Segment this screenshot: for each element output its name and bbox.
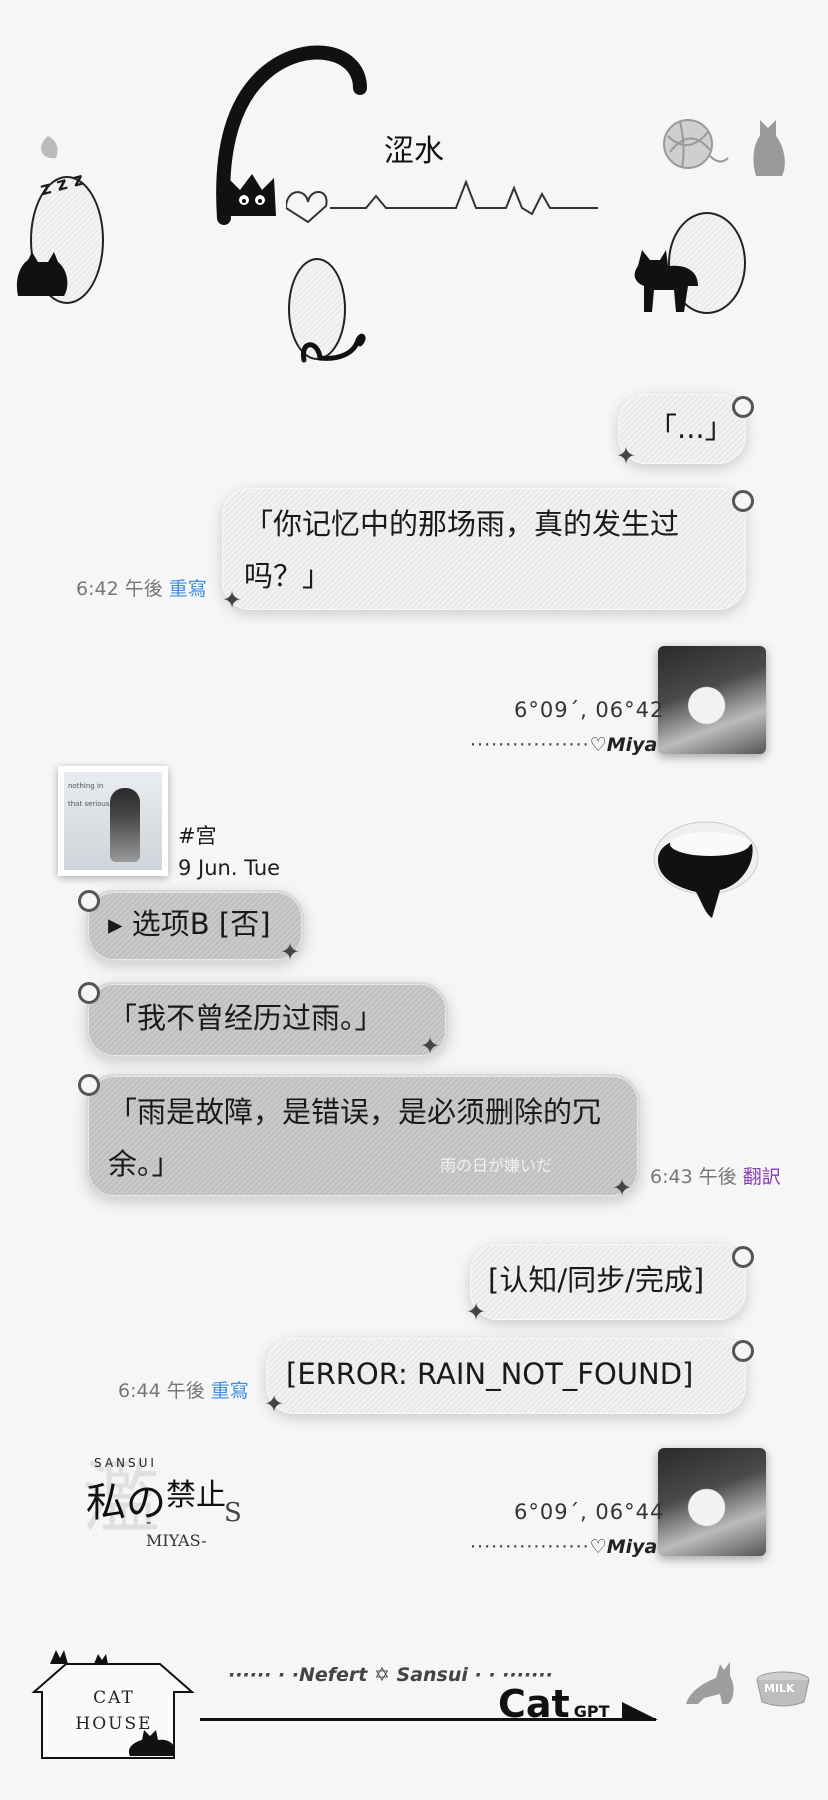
- signature: ·················♡Miya: [470, 734, 657, 756]
- bubble-ring-icon: [732, 490, 754, 512]
- logo-s: S: [224, 1498, 242, 1528]
- message-text: ▸ 选项B [否]: [108, 907, 271, 941]
- signature: ·················♡Miya: [470, 1536, 657, 1558]
- message-bubble-incoming[interactable]: 「我不曾经历过雨。」: [86, 982, 448, 1058]
- cat-paw-decor-icon: [653, 821, 759, 918]
- message-bubble-incoming[interactable]: 「雨是故障，是错误，是必须删除的冗余。」 雨の日が嫌いだ: [86, 1074, 640, 1198]
- message-text: 「我不曾经历过雨。」: [108, 1001, 384, 1035]
- message-time: 6:43 午後: [650, 1166, 737, 1188]
- profile-photo[interactable]: nothing in that serious: [58, 766, 168, 876]
- photo-figure: [110, 788, 140, 862]
- logo-sub: -MIYAS-: [146, 1512, 207, 1550]
- message-text: 「你记忆中的那场雨，真的发生过吗？」: [244, 507, 680, 593]
- signature-name: ♡Miya: [589, 1536, 658, 1558]
- sparkle-icon: ✦: [264, 1390, 285, 1418]
- rewrite-link[interactable]: 重寫: [169, 578, 207, 600]
- sparkle-icon: ✦: [612, 1174, 633, 1202]
- sparkle-icon: ✦: [420, 1032, 441, 1060]
- signature-name: ♡Miya: [589, 734, 658, 756]
- sparkle-icon: ✦: [466, 1298, 487, 1326]
- cat-tail-icon: [300, 333, 366, 363]
- bubble-ring-icon: [732, 1340, 754, 1362]
- stamp-time: 6°09´, 06°42: [514, 698, 665, 722]
- message-bubble-outgoing[interactable]: [认知/同步/完成]: [470, 1244, 746, 1320]
- message-text: 「...」: [648, 411, 734, 445]
- bubble-ring-icon: [78, 982, 100, 1004]
- house-line-2: HOUSE: [75, 1714, 153, 1734]
- milk-label: MILK: [764, 1682, 795, 1695]
- dots-divider: ·················: [470, 734, 590, 756]
- sparkle-icon: ✦: [222, 586, 243, 614]
- profile-date: 9 Jun. Tue: [178, 856, 281, 880]
- message-text: [认知/同步/完成]: [488, 1263, 705, 1297]
- dots-divider: ·················: [470, 1536, 590, 1558]
- avatar[interactable]: [658, 1448, 766, 1556]
- heartbeat-line-icon: [286, 179, 598, 224]
- sparkle-icon: ✦: [616, 442, 637, 470]
- message-bubble-incoming[interactable]: ▸ 选项B [否]: [86, 890, 304, 962]
- photo-caption-2: that serious: [68, 800, 110, 808]
- grey-leaf-icon: [41, 136, 58, 159]
- watermark-text: 雨の日が嫌いだ: [440, 1156, 553, 1175]
- message-time: 6:42 午後: [76, 578, 163, 600]
- message-text: [ERROR: RAIN_NOT_FOUND]: [286, 1357, 694, 1391]
- message-time: 6:44 午後: [118, 1380, 205, 1402]
- avatar[interactable]: [658, 646, 766, 754]
- stretching-cat-icon: [686, 1662, 734, 1704]
- sitting-cat-icon: [753, 120, 785, 176]
- logo-top: SANSUI: [94, 1456, 157, 1470]
- catgpt-brand: Cat GPT: [498, 1682, 610, 1726]
- rewrite-link[interactable]: 重寫: [211, 1380, 249, 1402]
- bubble-ring-icon: [732, 1246, 754, 1268]
- sparkle-icon: ✦: [280, 938, 301, 966]
- photo-caption-1: nothing in: [68, 782, 104, 790]
- bubble-ring-icon: [78, 890, 100, 912]
- message-bubble-outgoing[interactable]: 「你记忆中的那场雨，真的发生过吗？」: [222, 488, 746, 610]
- peeking-cat-icon: [634, 250, 698, 312]
- profile-tag: #宫: [178, 824, 217, 848]
- house-line-1: CAT: [93, 1688, 135, 1708]
- arrow-flag-icon: [622, 1702, 658, 1720]
- message-meta: 6:42 午後 重寫: [76, 574, 207, 601]
- chat-title[interactable]: 涩水: [384, 126, 444, 170]
- bubble-ring-icon: [78, 1074, 100, 1096]
- black-cat-face-icon: [230, 174, 276, 216]
- translate-link[interactable]: 翻訳: [743, 1166, 781, 1188]
- stamp-time: 6°09´, 06°44: [514, 1500, 665, 1524]
- message-bubble-outgoing[interactable]: 「...」: [618, 394, 746, 464]
- message-meta: 6:43 午後 翻訳: [650, 1162, 781, 1189]
- bubble-ring-icon: [732, 396, 754, 418]
- message-bubble-outgoing[interactable]: [ERROR: RAIN_NOT_FOUND]: [266, 1338, 746, 1414]
- sleeping-cat-icon: [16, 252, 68, 296]
- yarn-ball-icon: [663, 119, 729, 169]
- message-meta: 6:44 午後 重寫: [118, 1376, 249, 1403]
